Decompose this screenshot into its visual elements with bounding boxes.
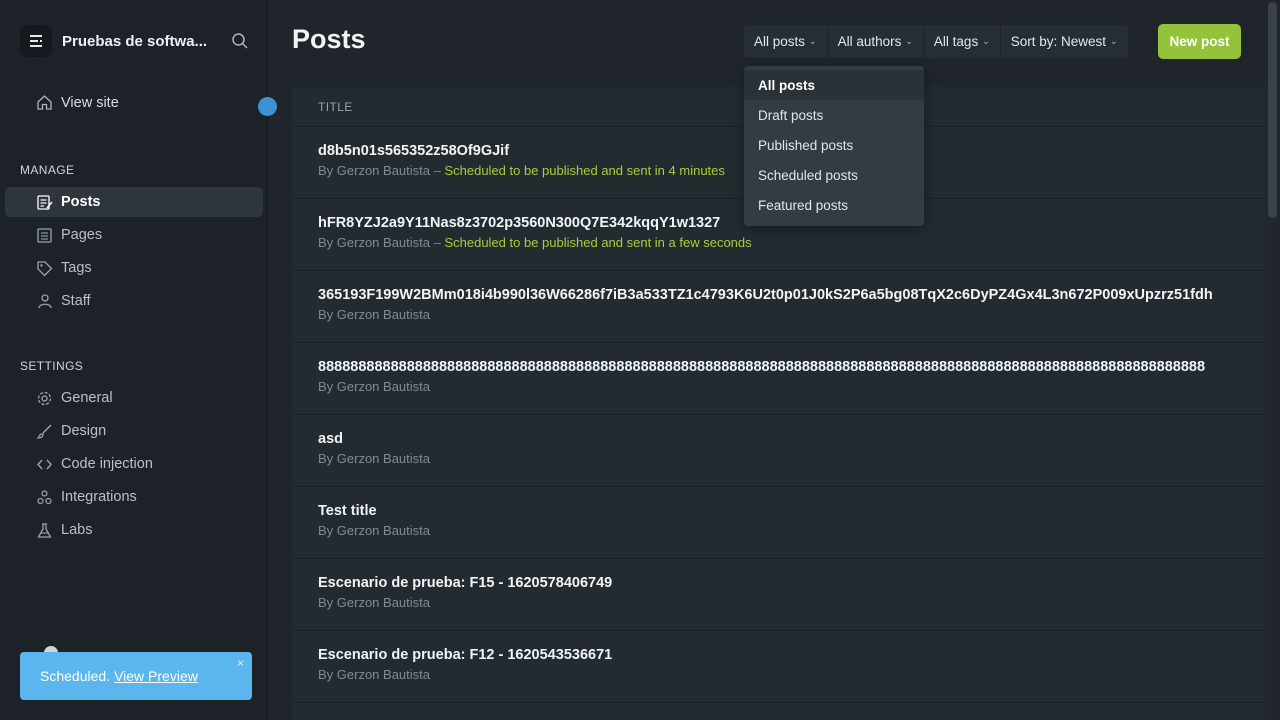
sidebar-item-general[interactable]: General	[5, 383, 263, 413]
post-author: By Gerzon Bautista	[318, 163, 430, 178]
home-icon	[37, 95, 52, 110]
post-author: By Gerzon Bautista	[318, 235, 430, 250]
post-author: By Gerzon Bautista	[318, 379, 430, 394]
chevron-down-icon: ⌄	[809, 36, 817, 46]
table-row[interactable]: Test title By Gerzon Bautista	[292, 487, 1280, 559]
pages-icon	[37, 227, 52, 243]
page-scrollbar[interactable]	[1265, 0, 1280, 720]
sidebar-item-labs[interactable]: Labs	[5, 515, 263, 545]
sidebar-item-label: Posts	[61, 194, 101, 210]
sidebar-item-label: Labs	[61, 522, 93, 538]
dropdown-option-published-posts[interactable]: Published posts	[744, 130, 924, 160]
view-site-label: View site	[61, 94, 119, 111]
dropdown-option-featured-posts[interactable]: Featured posts	[744, 190, 924, 220]
sidebar: Pruebas de softwa... View site MANAGE Po…	[0, 0, 268, 720]
sidebar-item-label: Code injection	[61, 456, 153, 472]
site-logo-icon	[20, 25, 52, 57]
flask-icon	[37, 522, 52, 538]
post-author: By Gerzon Bautista	[318, 667, 430, 682]
chevron-down-icon: ⌄	[905, 36, 913, 46]
staff-icon	[38, 293, 52, 308]
notification-toast: Scheduled. View Preview ×	[20, 652, 252, 700]
site-brand[interactable]: Pruebas de softwa...	[20, 24, 250, 58]
dropdown-option-scheduled-posts[interactable]: Scheduled posts	[744, 160, 924, 190]
settings-section-title: SETTINGS	[20, 359, 84, 373]
post-type-dropdown: All posts Draft posts Published posts Sc…	[744, 66, 924, 226]
sidebar-item-integrations[interactable]: Integrations	[5, 482, 263, 512]
filter-tag[interactable]: All tags ⌄	[924, 25, 1001, 58]
site-title: Pruebas de softwa...	[62, 32, 208, 50]
dropdown-option-draft-posts[interactable]: Draft posts	[744, 100, 924, 130]
sidebar-item-staff[interactable]: Staff	[5, 286, 263, 316]
sidebar-item-tags[interactable]: Tags	[5, 253, 263, 283]
table-row[interactable]: asd By Gerzon Bautista	[292, 415, 1280, 487]
post-title: asd	[318, 431, 343, 447]
post-author: By Gerzon Bautista	[318, 523, 430, 538]
scrollbar-thumb[interactable]	[1268, 2, 1277, 218]
filter-type[interactable]: All posts ⌄	[744, 25, 828, 58]
post-meta: By Gerzon Bautista – Scheduled to be pub…	[318, 235, 752, 250]
brush-icon	[36, 423, 52, 439]
table-row[interactable]: 8888888888888888888888888888888888888888…	[292, 343, 1280, 415]
sidebar-item-posts[interactable]: Posts	[5, 187, 263, 217]
page-title: Posts	[292, 24, 366, 54]
post-author: By Gerzon Bautista	[318, 307, 430, 322]
sidebar-item-label: Integrations	[61, 489, 137, 505]
filter-tag-label: All tags	[933, 34, 979, 49]
sidebar-item-design[interactable]: Design	[5, 416, 263, 446]
integrations-icon	[37, 489, 52, 504]
search-icon[interactable]	[230, 31, 250, 51]
manage-section-title: MANAGE	[20, 163, 75, 177]
filter-author-label: All authors	[837, 34, 902, 49]
code-icon	[37, 459, 52, 469]
table-row[interactable]: Escenario de prueba: F12 - 1620543536671…	[292, 631, 1280, 703]
sidebar-item-label: Design	[61, 423, 107, 439]
sidebar-item-label: Pages	[61, 227, 103, 243]
post-title: 365193F199W2BMm018i4b990l36W66286f7iB3a5…	[318, 287, 1213, 303]
chevron-down-icon: ⌄	[1110, 36, 1118, 46]
filter-author[interactable]: All authors ⌄	[828, 25, 924, 58]
toast-text: Scheduled.	[40, 668, 111, 684]
view-preview-link[interactable]: View Preview	[114, 668, 198, 684]
post-filters: All posts ⌄ All authors ⌄ All tags ⌄ Sor…	[744, 25, 1128, 58]
sidebar-item-label: General	[61, 390, 113, 406]
view-site-link[interactable]: View site	[36, 94, 119, 111]
post-author: By Gerzon Bautista	[318, 595, 430, 610]
close-icon[interactable]: ×	[237, 656, 244, 670]
post-author: By Gerzon Bautista	[318, 451, 430, 466]
filter-sort-label: Sort by: Newest	[1010, 34, 1107, 49]
filter-type-label: All posts	[754, 34, 806, 49]
dropdown-option-all-posts[interactable]: All posts	[744, 70, 924, 100]
chevron-down-icon: ⌄	[982, 36, 990, 46]
sidebar-item-label: Staff	[61, 293, 91, 309]
post-status: Scheduled to be published and sent in a …	[444, 235, 752, 250]
post-title: Test title	[318, 503, 377, 519]
posts-icon	[37, 194, 53, 210]
post-status: Scheduled to be published and sent in 4 …	[444, 163, 725, 178]
sidebar-item-label: Tags	[61, 260, 92, 276]
table-row[interactable]: 365193F199W2BMm018i4b990l36W66286f7iB3a5…	[292, 271, 1280, 343]
post-title: 8888888888888888888888888888888888888888…	[318, 359, 1206, 375]
notification-dot[interactable]	[258, 97, 277, 116]
table-row[interactable]: Escenario de prueba: F15 - 1620578406749…	[292, 559, 1280, 631]
new-post-button[interactable]: New post	[1158, 24, 1241, 59]
sidebar-item-pages[interactable]: Pages	[5, 220, 263, 250]
post-title: Escenario de prueba: F12 - 1620543536671	[318, 647, 613, 663]
sidebar-item-code-injection[interactable]: Code injection	[5, 449, 263, 479]
tag-icon	[37, 260, 53, 276]
post-title: Escenario de prueba: F15 - 1620578406749	[318, 575, 613, 591]
filter-sort[interactable]: Sort by: Newest ⌄	[1001, 25, 1128, 58]
gear-icon	[37, 391, 52, 405]
